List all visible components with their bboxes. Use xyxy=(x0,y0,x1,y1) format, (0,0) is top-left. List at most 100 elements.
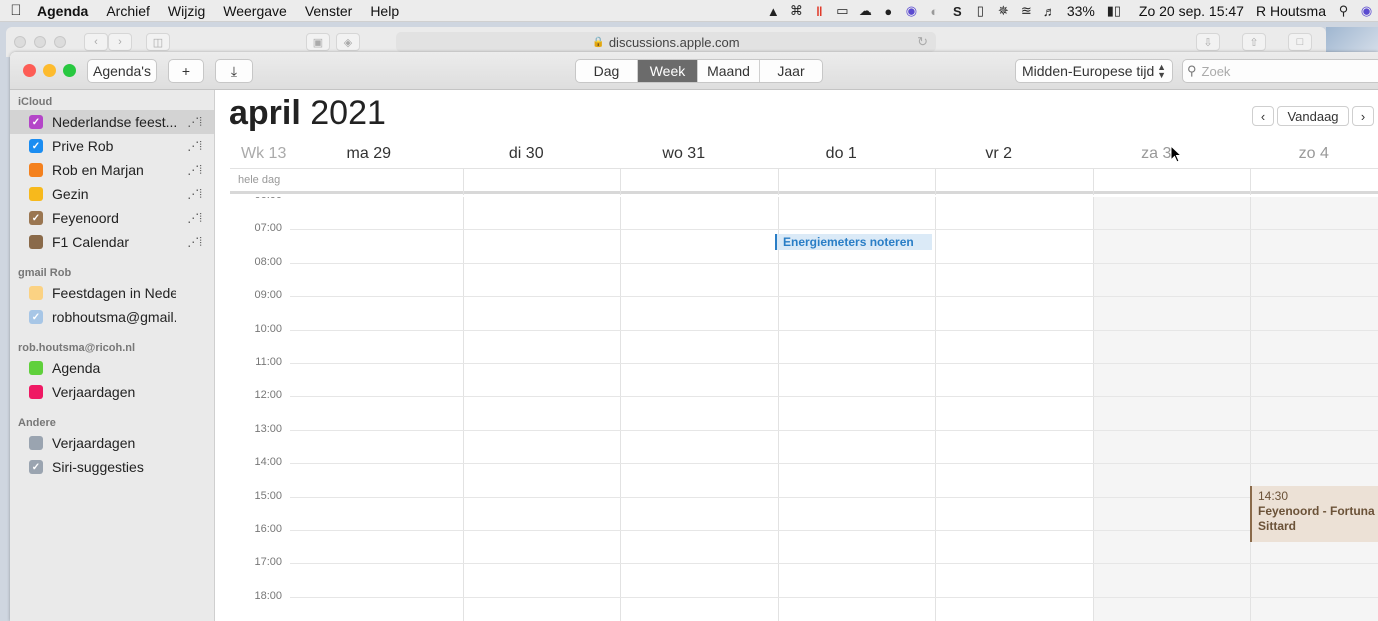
siri-icon[interactable]: ◉ xyxy=(1355,3,1378,19)
calendar-checkbox[interactable]: ✓ xyxy=(29,115,43,129)
tab-maand[interactable]: Maand xyxy=(698,60,760,82)
broadcast-icon[interactable]: ⋰⦙ xyxy=(187,211,202,226)
tab-jaar[interactable]: Jaar xyxy=(760,60,822,82)
sidebar-toggle-icon[interactable]: ◫ xyxy=(146,33,170,51)
menu-venster[interactable]: Venster xyxy=(296,0,361,22)
hour-label: 06:00 xyxy=(230,197,282,201)
wifi-icon[interactable]: ≊ xyxy=(1015,3,1038,19)
week-view: april 2021 ‹ Vandaag › Wk 13 ma 29 di 30 w… xyxy=(215,90,1378,621)
hour-line xyxy=(290,229,1378,231)
calendars-button[interactable]: Agenda's xyxy=(87,59,157,83)
browser-minimize-button[interactable] xyxy=(34,36,46,48)
battery-percentage[interactable]: 33% xyxy=(1061,3,1101,19)
calendar-item[interactable]: ✓ Feyenoord ⋰⦙ xyxy=(10,206,214,230)
broadcast-icon[interactable]: ⋰⦙ xyxy=(187,163,202,178)
calendar-item[interactable]: Verjaardagen xyxy=(10,431,214,455)
cloud-icon[interactable]: ☁ xyxy=(854,3,877,19)
calendar-checkbox[interactable] xyxy=(29,436,43,450)
download-icon[interactable]: ⤓ xyxy=(215,59,253,83)
timezone-select[interactable]: Midden-Europese tijd ▲ ▼ xyxy=(1015,59,1173,83)
app-icon[interactable]: ◉ xyxy=(900,3,923,19)
calendar-item[interactable]: Agenda xyxy=(10,356,214,380)
calendar-checkbox[interactable] xyxy=(29,286,43,300)
calendar-item[interactable]: F1 Calendar ⋰⦙ xyxy=(10,230,214,254)
day-header[interactable]: ma 29 xyxy=(290,145,448,163)
calendar-checkbox[interactable] xyxy=(29,361,43,375)
day-header[interactable]: wo 31 xyxy=(605,145,763,163)
next-week-button[interactable]: › xyxy=(1352,106,1374,126)
menu-bar:  Agenda Archief Wijzig Weergave Venster… xyxy=(0,0,1378,22)
airplay-icon[interactable]: ▯ xyxy=(969,3,992,19)
clock[interactable]: Zo 20 sep. 15:47 xyxy=(1127,3,1250,19)
battery-icon[interactable]: ▮▯ xyxy=(1101,3,1127,19)
lock-icon[interactable]: ● xyxy=(877,3,900,19)
tab-week[interactable]: Week xyxy=(638,60,698,82)
browser-close-button[interactable] xyxy=(14,36,26,48)
search-input[interactable]: ⚲ Zoek xyxy=(1182,59,1378,83)
time-grid[interactable]: 06:00 07:00 08:00 09:00 10:00 11:00 12:00 13:00… xyxy=(230,197,1378,621)
airdrop-icon[interactable]: ⌘ xyxy=(785,3,808,19)
calendar-checkbox[interactable]: ✓ xyxy=(29,310,43,324)
menu-archief[interactable]: Archief xyxy=(97,0,159,22)
menu-help[interactable]: Help xyxy=(361,0,408,22)
calendar-checkbox[interactable]: ✓ xyxy=(29,139,43,153)
calendar-item[interactable]: ✓ Nederlandse feest... ⋰⦙ xyxy=(10,110,214,134)
zoom-button[interactable] xyxy=(63,64,76,77)
spotlight-icon[interactable]: ⚲ xyxy=(1332,3,1355,19)
close-button[interactable] xyxy=(23,64,36,77)
forward-icon[interactable]: › xyxy=(108,33,132,51)
event-energiemeters[interactable]: Energiemeters noteren xyxy=(775,234,932,250)
browser-zoom-button[interactable] xyxy=(54,36,66,48)
calendar-item[interactable]: ✓ robhoutsma@gmail.com xyxy=(10,305,214,329)
calendar-item[interactable]: Gezin ⋰⦙ xyxy=(10,182,214,206)
day-divider xyxy=(1092,169,1094,195)
share-icon[interactable]: ⇧ xyxy=(1242,33,1266,51)
event-feyenoord[interactable]: 14:30 Feyenoord - Fortuna Sittard xyxy=(1250,486,1378,542)
search-icon: ⚲ xyxy=(1187,63,1197,78)
user-name[interactable]: R Houtsma xyxy=(1250,3,1332,19)
parallels-icon[interactable]: ‖ xyxy=(808,3,831,19)
sync-icon[interactable]: ◐ xyxy=(923,3,946,19)
calendar-checkbox[interactable] xyxy=(29,163,43,177)
calendar-item[interactable]: Verjaardagen xyxy=(10,380,214,404)
tabs-icon[interactable]: □ xyxy=(1288,33,1312,51)
broadcast-icon[interactable]: ⋰⦙ xyxy=(187,187,202,202)
day-header[interactable]: zo 4 xyxy=(1235,145,1378,163)
menu-wijzig[interactable]: Wijzig xyxy=(159,0,214,22)
address-bar[interactable]: 🔒 discussions.apple.com ↻ xyxy=(396,32,936,52)
minimize-button[interactable] xyxy=(43,64,56,77)
broadcast-icon[interactable]: ⋰⦙ xyxy=(187,235,202,250)
add-event-button[interactable]: + xyxy=(168,59,204,83)
display-icon[interactable]: ▭ xyxy=(831,3,854,19)
calendar-item[interactable]: ✓ Prive Rob ⋰⦙ xyxy=(10,134,214,158)
today-button[interactable]: Vandaag xyxy=(1277,106,1349,126)
bluetooth-icon[interactable]: ✵ xyxy=(992,3,1015,19)
calendar-item[interactable]: ✓ Siri-suggesties xyxy=(10,455,214,479)
back-icon[interactable]: ‹ xyxy=(84,33,108,51)
day-header[interactable]: di 30 xyxy=(448,145,606,163)
tab-dag[interactable]: Dag xyxy=(576,60,638,82)
broadcast-icon[interactable]: ⋰⦙ xyxy=(187,115,202,130)
download-icon[interactable]: ⇩ xyxy=(1196,33,1220,51)
broadcast-icon[interactable]: ⋰⦙ xyxy=(187,139,202,154)
calendar-item[interactable]: Feestdagen in Nederla... xyxy=(10,281,214,305)
privacy-shield-icon[interactable]: ◈ xyxy=(336,33,360,51)
menu-agenda[interactable]: Agenda xyxy=(28,0,97,22)
reload-icon[interactable]: ↻ xyxy=(917,34,928,50)
day-header[interactable]: vr 2 xyxy=(920,145,1078,163)
volume-icon[interactable]: ♬ xyxy=(1038,3,1061,19)
prev-week-button[interactable]: ‹ xyxy=(1252,106,1274,126)
calendar-checkbox[interactable]: ✓ xyxy=(29,211,43,225)
reader-icon[interactable]: ▣ xyxy=(306,33,330,51)
notification-icon[interactable]: ▲ xyxy=(762,3,785,19)
s-icon[interactable]: S xyxy=(946,3,969,19)
calendar-checkbox[interactable] xyxy=(29,385,43,399)
calendar-checkbox[interactable] xyxy=(29,187,43,201)
menu-weergave[interactable]: Weergave xyxy=(214,0,296,22)
day-header[interactable]: za 3 xyxy=(1078,145,1236,163)
calendar-item[interactable]: Rob en Marjan ⋰⦙ xyxy=(10,158,214,182)
apple-menu-icon[interactable]:  xyxy=(4,2,28,19)
day-header[interactable]: do 1 xyxy=(763,145,921,163)
calendar-checkbox[interactable] xyxy=(29,235,43,249)
calendar-checkbox[interactable]: ✓ xyxy=(29,460,43,474)
